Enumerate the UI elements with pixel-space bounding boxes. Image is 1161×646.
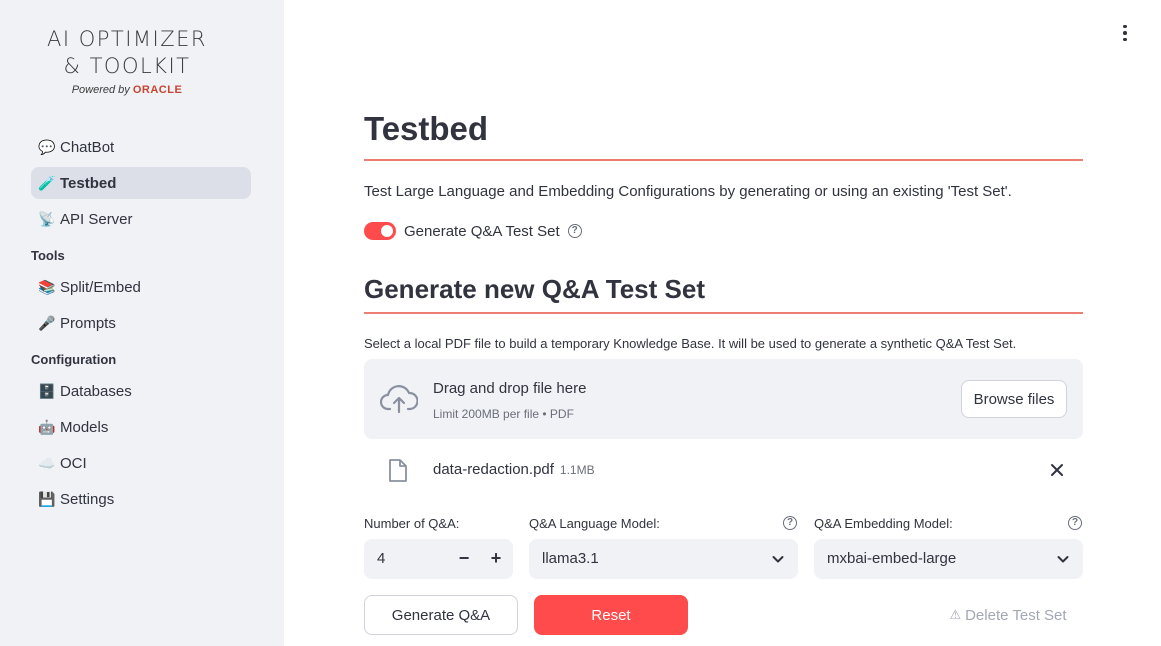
section-title: Generate new Q&A Test Set [364, 274, 705, 304]
kebab-dot [1123, 37, 1127, 42]
close-icon[interactable] [1048, 461, 1066, 479]
increment-button[interactable]: + [487, 548, 505, 569]
chevron-down-icon [1057, 556, 1069, 563]
oracle-brand: ORACLE [132, 84, 183, 96]
generate-qa-toggle-row: Generate Q&A Test Set ? [364, 222, 582, 240]
sidebar-item-prompts[interactable]: 🎤 Prompts [31, 307, 251, 339]
sidebar-section-tools: Tools [31, 248, 65, 263]
generate-qa-toggle-label[interactable]: Generate Q&A Test Set [404, 223, 560, 240]
delete-test-set-button[interactable]: ⚠ Delete Test Set [948, 595, 1068, 635]
sidebar-item-chatbot[interactable]: 💬 ChatBot [31, 131, 251, 163]
delete-test-set-label: Delete Test Set [965, 606, 1067, 624]
page-title: Testbed [364, 110, 489, 147]
sidebar-nav: 💬 ChatBot 🧪 Testbed 📡 API Server Tools 📚… [31, 131, 251, 519]
main-menu-button[interactable] [1114, 22, 1136, 44]
num-qa-input[interactable]: 4 [377, 550, 385, 567]
generate-qa-toggle[interactable] [364, 222, 396, 240]
chevron-down-icon [772, 556, 784, 563]
file-dropzone[interactable]: Drag and drop file here Limit 200MB per … [364, 359, 1083, 439]
sidebar-section-configuration: Configuration [31, 352, 117, 367]
sidebar-item-label: Prompts [60, 314, 116, 332]
cloud-upload-icon [380, 385, 418, 414]
sidebar-item-label: Databases [60, 382, 132, 400]
sidebar-item-api-server[interactable]: 📡 API Server [31, 203, 251, 235]
sidebar-item-testbed[interactable]: 🧪 Testbed [31, 167, 251, 199]
language-model-value: llama3.1 [542, 550, 599, 567]
sidebar-item-oci[interactable]: ☁️ OCI [31, 447, 251, 479]
file-cabinet-icon: 🗄️ [38, 382, 56, 399]
sidebar-item-models[interactable]: 🤖 Models [31, 411, 251, 443]
sidebar: AI OPTIMIZER & TOOLKIT Powered by ORACLE… [0, 0, 284, 646]
generate-qa-button[interactable]: Generate Q&A [364, 595, 518, 635]
satellite-antenna-icon: 📡 [38, 210, 56, 227]
num-qa-label: Number of Q&A: [364, 516, 460, 531]
help-icon[interactable]: ? [783, 516, 797, 530]
help-icon[interactable]: ? [567, 224, 582, 238]
microphone-icon: 🎤 [38, 314, 56, 331]
sidebar-item-label: Models [60, 418, 109, 436]
cloud-icon: ☁️ [38, 454, 56, 471]
file-name-row: data-redaction.pdf 1.1MB [433, 461, 595, 478]
logo-powered-by: Powered by ORACLE [44, 84, 210, 96]
powered-by-text: Powered by [71, 84, 130, 96]
dropzone-limit: Limit 200MB per file • PDF [433, 407, 574, 421]
robot-icon: 🤖 [38, 418, 56, 435]
num-qa-stepper: 4 − + [364, 539, 513, 579]
floppy-disk-icon: 💾 [38, 490, 56, 507]
dropzone-title: Drag and drop file here [433, 380, 587, 397]
file-size: 1.1MB [559, 463, 595, 477]
kebab-dot [1123, 31, 1127, 35]
embedding-model-label: Q&A Embedding Model: [814, 516, 953, 531]
sidebar-item-label: Testbed [60, 174, 117, 192]
language-model-label: Q&A Language Model: [529, 516, 660, 531]
sidebar-item-label: Split/Embed [60, 278, 141, 296]
file-name: data-redaction.pdf [433, 461, 554, 478]
language-model-select[interactable]: llama3.1 [529, 539, 798, 579]
test-tube-icon: 🧪 [38, 174, 56, 191]
books-icon: 📚 [38, 278, 56, 295]
embedding-model-value: mxbai-embed-large [827, 550, 957, 567]
section-divider [364, 312, 1083, 314]
chat-bubble-icon: 💬 [38, 138, 56, 155]
reset-button[interactable]: Reset [534, 595, 688, 635]
sidebar-item-label: Settings [60, 490, 115, 508]
logo-line-1: AI OPTIMIZER [46, 27, 207, 51]
logo-line-2: & TOOLKIT [63, 54, 191, 78]
page-description: Test Large Language and Embedding Config… [364, 183, 1012, 200]
embedding-model-select[interactable]: mxbai-embed-large [814, 539, 1083, 579]
sidebar-item-label: API Server [60, 210, 133, 228]
kebab-dot [1123, 24, 1127, 29]
sidebar-item-split-embed[interactable]: 📚 Split/Embed [31, 271, 251, 303]
sidebar-item-settings[interactable]: 💾 Settings [31, 483, 251, 515]
sidebar-item-label: OCI [60, 454, 87, 472]
title-divider [364, 159, 1083, 161]
decrement-button[interactable]: − [455, 548, 473, 569]
browse-files-button[interactable]: Browse files [961, 380, 1067, 418]
app-logo: AI OPTIMIZER & TOOLKIT Powered by ORACLE [44, 26, 210, 96]
sidebar-item-label: ChatBot [60, 138, 115, 156]
help-icon[interactable]: ? [1068, 516, 1082, 530]
upload-instructions: Select a local PDF file to build a tempo… [364, 336, 1017, 351]
sidebar-item-databases[interactable]: 🗄️ Databases [31, 375, 251, 407]
file-icon [389, 459, 407, 482]
warning-icon: ⚠ [949, 607, 962, 622]
uploaded-file: data-redaction.pdf 1.1MB [364, 450, 1083, 490]
